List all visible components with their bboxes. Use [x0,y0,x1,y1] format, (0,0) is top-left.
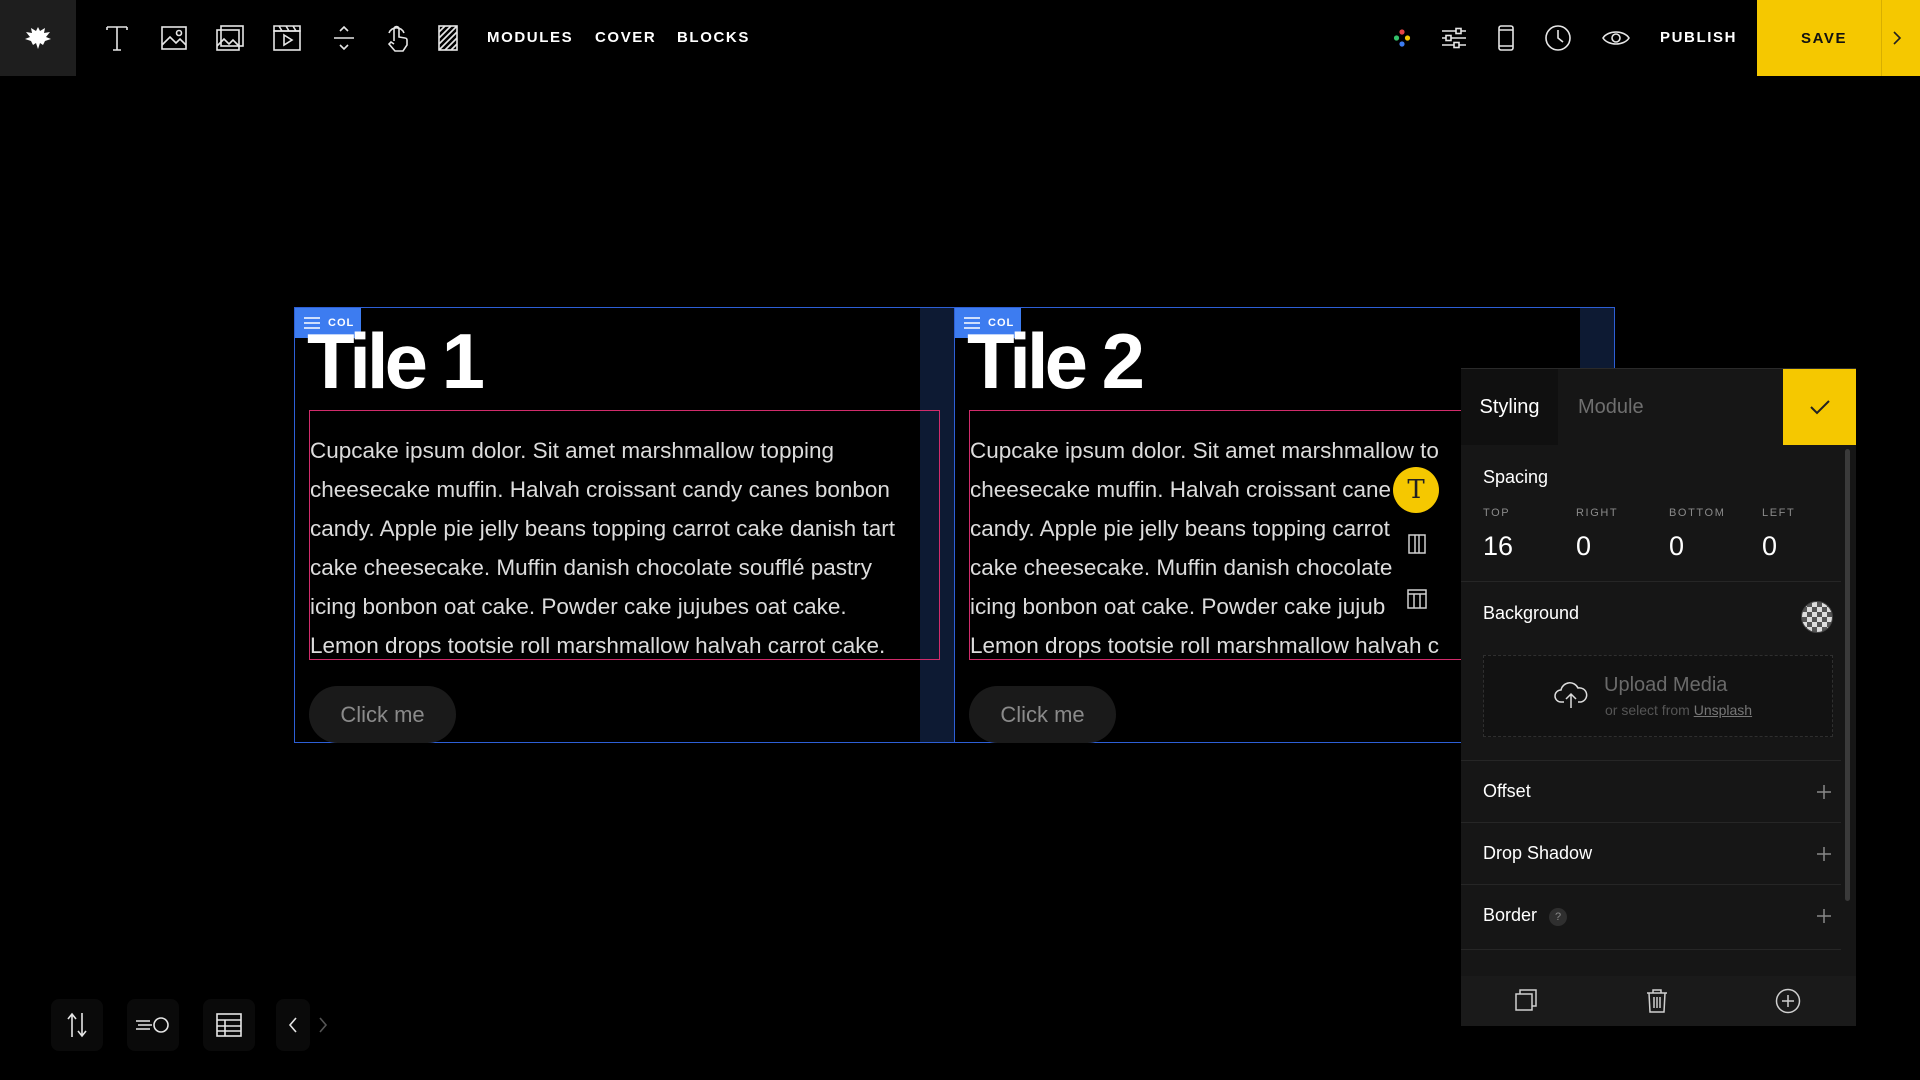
background-title: Background [1483,603,1580,623]
text-tool-icon[interactable] [98,19,136,57]
help-icon[interactable]: ? [1549,908,1567,926]
upload-media-label: Upload Media [1604,674,1728,696]
save-divider [1881,0,1882,76]
text-line: Lemon drops tootsie roll marshmallow hal… [970,633,1439,658]
plus-icon[interactable] [1817,785,1831,799]
spacing-right-label: RIGHT [1576,507,1619,519]
plus-icon[interactable] [1817,909,1831,923]
text-line: Lemon drops tootsie roll marshmallow hal… [310,633,886,658]
panel-footer-actions [1461,976,1856,1026]
chevron-right-icon[interactable] [306,999,340,1051]
tile-1-title[interactable]: Tile 1 [307,322,485,400]
styling-panel: Styling Module Spacing TOP RIGHT BOTTOM … [1461,368,1856,1026]
history-clock-icon[interactable] [1539,19,1577,57]
trash-icon[interactable] [1645,988,1671,1014]
layout-grid-icon[interactable] [203,999,255,1051]
reorder-arrows-icon[interactable] [51,999,103,1051]
spacing-bottom-label: BOTTOM [1669,507,1726,519]
preview-eye-icon[interactable] [1597,19,1635,57]
save-button[interactable]: SAVE [1757,0,1920,76]
top-toolbar: MODULES COVER BLOCKS PUBLISH SAVE [0,0,1920,76]
upload-media-dropzone[interactable]: Upload Media or select from Unsplash [1483,655,1833,737]
nav-modules[interactable]: MODULES [487,29,573,46]
upload-sub-label: or select from Unsplash [1605,702,1753,718]
image-tool-icon[interactable] [155,19,193,57]
spacing-top-input[interactable]: 16 [1483,531,1513,562]
offset-label[interactable]: Offset [1483,781,1531,802]
column-split-icon[interactable] [1403,530,1431,558]
chevron-right-icon[interactable] [1891,28,1903,53]
tile-1-click-button[interactable]: Click me [309,686,456,743]
text-line: cheesecake muffin. Halvah croissant cand… [310,477,890,502]
tile-2-title[interactable]: Tile 2 [967,322,1145,400]
add-circle-icon[interactable] [1775,988,1801,1014]
video-tool-icon[interactable] [268,19,306,57]
settings-sliders-icon[interactable] [1435,19,1473,57]
confirm-check-icon[interactable] [1783,369,1856,445]
tile-2-click-button[interactable]: Click me [969,686,1116,743]
tile-1-text-block[interactable]: Cupcake ipsum dolor. Sit amet marshmallo… [309,410,940,660]
divider [1461,949,1841,950]
divider-tool-icon[interactable] [325,19,363,57]
save-label: SAVE [1801,30,1848,47]
divider [1461,581,1841,582]
drop-shadow-label[interactable]: Drop Shadow [1483,843,1592,864]
color-palette-icon[interactable] [1383,19,1421,57]
background-color-swatch[interactable] [1801,601,1833,633]
panel-scrollbar[interactable] [1845,449,1850,901]
gallery-tool-icon[interactable] [211,19,249,57]
text-line: Cupcake ipsum dolor. Sit amet marshmallo… [970,438,1439,463]
border-label[interactable]: Border [1483,905,1537,926]
tab-module[interactable]: Module [1558,369,1778,445]
plus-icon[interactable] [1817,847,1831,861]
text-line: icing bonbon oat cake. Powder cake jujub [970,594,1386,619]
text-line: cake cheesecake. Muffin danish chocolate [970,555,1393,580]
spacing-top-label: TOP [1483,507,1511,519]
text-line: Cupcake ipsum dolor. Sit amet marshmallo… [310,438,834,463]
text-line: cheesecake muffin. Halvah croissant cane [970,477,1392,502]
text-line: candy. Apple pie jelly beans topping car… [970,516,1390,541]
nav-cover[interactable]: COVER [595,29,656,46]
text-style-fab[interactable]: T [1393,467,1439,513]
eagle-logo-icon[interactable] [0,0,76,76]
tab-styling[interactable]: Styling [1461,369,1558,445]
spacing-left-label: LEFT [1762,507,1796,519]
publish-button[interactable]: PUBLISH [1660,29,1737,46]
divider [1461,822,1841,823]
button-tool-icon[interactable] [378,19,416,57]
text-line: cake cheesecake. Muffin danish chocolate… [310,555,873,580]
spacing-right-input[interactable]: 0 [1576,531,1591,562]
text-line: icing bonbon oat cake. Powder cake jujub… [310,594,847,619]
divider [1461,884,1841,885]
column-layout-icon[interactable] [1403,585,1431,613]
duplicate-icon[interactable] [1514,988,1540,1014]
nav-blocks[interactable]: BLOCKS [677,29,750,46]
chevron-left-icon[interactable] [276,999,310,1051]
spacing-title: Spacing [1483,467,1549,487]
animation-icon[interactable] [127,999,179,1051]
hatch-pattern-tool-icon[interactable] [429,19,467,57]
divider [1461,760,1841,761]
cloud-upload-icon [1554,680,1588,715]
unsplash-link[interactable]: Unsplash [1694,702,1752,718]
spacing-bottom-input[interactable]: 0 [1669,531,1684,562]
mobile-preview-icon[interactable] [1487,19,1525,57]
spacing-left-input[interactable]: 0 [1762,531,1777,562]
text-line: candy. Apple pie jelly beans topping car… [310,516,895,541]
